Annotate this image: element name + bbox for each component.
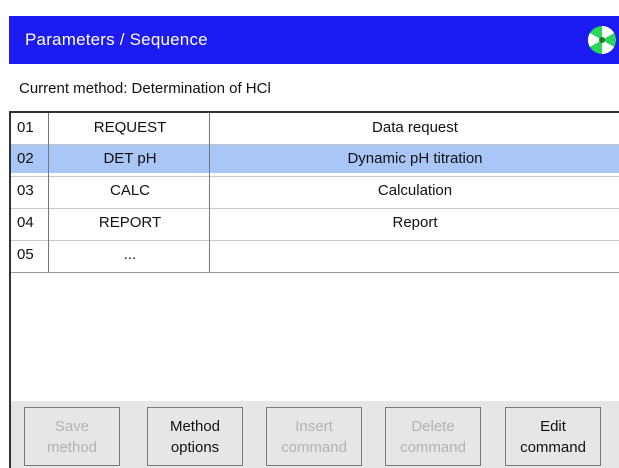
row-description: Data request [372, 119, 458, 136]
row-divider [11, 208, 619, 209]
row-command: DET pH [103, 150, 157, 167]
command-row-01[interactable]: 01 REQUEST Data request [11, 113, 619, 142]
command-row-02[interactable]: 02 DET pH Dynamic pH titration [11, 144, 619, 173]
command-row-03[interactable]: 03 CALC Calculation [11, 176, 619, 205]
command-row-04[interactable]: 04 REPORT Report [11, 208, 619, 237]
row-command: REPORT [98, 214, 162, 231]
row-description: Report [392, 214, 438, 231]
insert-command-button[interactable]: Insert command [266, 407, 362, 466]
edit-command-button[interactable]: Edit command [505, 407, 601, 466]
save-method-button[interactable]: Save method [24, 407, 120, 466]
row-number: 05 [17, 246, 34, 263]
delete-command-button[interactable]: Delete command [385, 407, 481, 466]
method-options-button[interactable]: Method options [147, 407, 243, 466]
row-description: Dynamic pH titration [347, 150, 483, 167]
row-divider [11, 240, 619, 241]
row-divider [11, 144, 619, 145]
aperture-logo-icon [588, 26, 616, 54]
row-description: Calculation [377, 182, 453, 199]
command-row-05[interactable]: 05 ... [11, 240, 619, 269]
command-list: 01 REQUEST Data request 02 DET pH Dynami… [9, 113, 619, 401]
current-method-label: Current method: Determination of HCl [19, 80, 271, 97]
list-end-divider [11, 272, 619, 273]
row-command: CALC [109, 182, 150, 199]
row-number: 03 [17, 182, 34, 199]
page-title: Parameters / Sequence [25, 30, 208, 49]
column-divider [48, 113, 49, 272]
title-bar: Parameters / Sequence [9, 16, 619, 64]
row-number: 04 [17, 214, 34, 231]
command-toolbar: Save method Method options Insert comman… [9, 401, 619, 468]
row-command: ... [123, 246, 137, 263]
row-number: 02 [17, 150, 34, 167]
row-number: 01 [17, 119, 34, 136]
row-divider [11, 176, 619, 177]
column-divider [209, 113, 210, 272]
row-command: REQUEST [93, 119, 167, 136]
current-method-bar: Current method: Determination of HCl [9, 64, 619, 113]
